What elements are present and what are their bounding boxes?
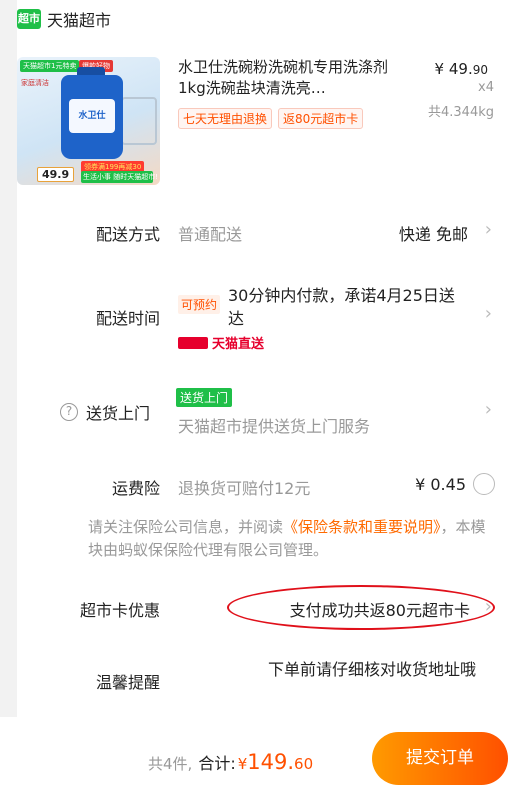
shipping-fee[interactable]: 快递 免邮 — [399, 221, 468, 245]
shipping-method-label: 配送方式 — [95, 225, 160, 244]
insurance-value: 退换货可赔付12元 — [178, 479, 311, 498]
insurance-radio[interactable] — [473, 473, 495, 495]
tag-seven-day-return: 七天无理由退换 — [178, 108, 273, 129]
notice-pre: 请关注保险公司信息，并阅读 — [88, 518, 284, 536]
item-count: 共4件, — [148, 755, 193, 773]
card-offer-label: 超市卡优惠 — [79, 601, 160, 620]
total-label: 合计: — [198, 754, 236, 773]
red-circle-annotation — [227, 585, 495, 630]
reminder-label: 温馨提醒 — [95, 673, 160, 692]
price-currency: ¥ — [434, 60, 445, 78]
chevron-right-icon[interactable]: › — [485, 303, 492, 324]
door-delivery-desc[interactable]: 天猫超市提供送货上门服务 — [178, 413, 370, 437]
product-image[interactable]: 天猫超市1元特卖 爆款好物 家庭清洁 水卫仕 领券满199再减30 49.9 生… — [17, 57, 160, 185]
store-header[interactable]: 超市 天猫超市 — [17, 8, 111, 30]
total-currency: ¥ — [237, 755, 248, 773]
insurance-label: 运费险 — [111, 479, 160, 498]
door-delivery-label-group: ? 送货上门 — [60, 400, 150, 424]
door-delivery-label: 送货上门 — [86, 404, 151, 423]
store-logo: 超市 — [17, 9, 41, 29]
tag-cashback-card: 返80元超市卡 — [278, 108, 364, 129]
insurance-notice: 请关注保险公司信息，并阅读《保险条款和重要说明》，本模块由蚂蚁保保险代理有限公司… — [88, 516, 498, 562]
insurance-price: ¥ 0.45 — [415, 475, 466, 494]
tmall-cat-icon — [178, 336, 208, 349]
product-tags: 七天无理由退换 返80元超市卡 — [178, 108, 364, 129]
delivery-time-text[interactable]: 30分钟内付款，承诺4月25日送达 — [228, 284, 468, 330]
product-title[interactable]: 水卫仕洗碗粉洗碗机专用洗涤剂1kg洗碗盐块清洗亮… — [178, 57, 393, 99]
carrier-badge: 天猫直送 — [178, 333, 264, 352]
product-price: ¥ 49.90 — [435, 60, 488, 78]
product-quantity: x4 — [478, 80, 494, 95]
door-delivery-tag: 送货上门 — [176, 388, 233, 407]
shipping-method-value[interactable]: 普通配送 — [178, 221, 242, 245]
total-dec: 60 — [294, 755, 314, 773]
total-int: 149. — [247, 750, 295, 774]
image-side-note: 家庭清洁 — [21, 79, 49, 87]
image-green-band: 生活小事 随时天猫超市! — [81, 171, 159, 183]
submit-order-button[interactable]: 提交订单 — [372, 732, 508, 785]
price-dec: 90 — [472, 63, 488, 77]
carrier-name: 天猫直送 — [212, 337, 265, 352]
store-name: 天猫超市 — [47, 11, 112, 30]
image-price-badge: 49.9 — [37, 167, 75, 182]
checkout-bar: 共4件, 合计: ¥ 149. 60 提交订单 — [0, 717, 528, 800]
insurance-terms-link[interactable]: 《保险条款和重要说明》 — [283, 518, 441, 536]
help-icon[interactable]: ? — [60, 403, 78, 421]
order-total: 共4件, 合计: ¥ 149. 60 — [148, 750, 313, 774]
chevron-right-icon[interactable]: › — [485, 219, 492, 240]
image-tag-top: 天猫超市1元特卖 — [20, 60, 80, 72]
product-weight: 共4.344kg — [428, 105, 494, 120]
delivery-time-label: 配送时间 — [95, 309, 160, 328]
reminder-text: 下单前请仔细核对收货地址哦 — [267, 660, 476, 679]
dish-rack-illustration — [121, 97, 157, 145]
reservable-tag: 可预约 — [178, 295, 221, 314]
price-int: 49. — [448, 60, 473, 78]
chevron-right-icon[interactable]: › — [485, 399, 492, 420]
bottle-brand-label: 水卫仕 — [69, 99, 115, 133]
